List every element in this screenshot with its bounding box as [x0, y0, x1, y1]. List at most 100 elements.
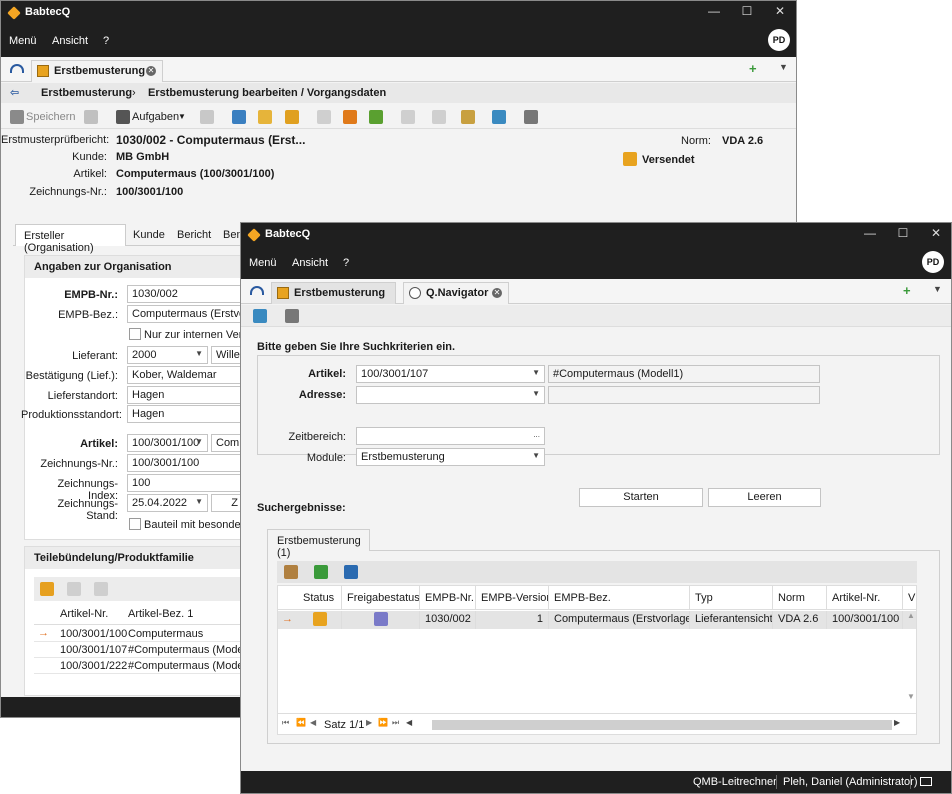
new-entry-icon[interactable] [492, 110, 506, 124]
new-search-icon[interactable] [253, 309, 267, 323]
edit-disabled-icon[interactable] [401, 110, 415, 124]
menu-item-view[interactable]: Ansicht [52, 35, 88, 47]
approve-icon[interactable] [369, 110, 383, 124]
close-tab-icon[interactable]: ✕ [492, 288, 502, 298]
search-article-field[interactable]: 100/3001/107 ▼ [356, 365, 545, 383]
avatar[interactable]: PD [768, 29, 790, 51]
chevron-down-icon[interactable]: ▼ [933, 284, 942, 294]
list-view-icon[interactable] [344, 565, 358, 579]
add-article-icon[interactable] [40, 582, 54, 596]
date-extra-field[interactable]: Z [211, 494, 243, 512]
column-header-status[interactable]: Status [298, 586, 342, 610]
close-button[interactable]: ✕ [768, 4, 792, 22]
chevron-down-icon[interactable]: ▼ [779, 62, 788, 72]
clear-button[interactable]: Leeren [708, 488, 821, 507]
table-row[interactable]: 100/3001/222 #Computermaus (Modell 2) [34, 658, 265, 674]
column-header-empb-bez[interactable]: EMPB-Bez. [549, 586, 690, 610]
special-part-checkbox[interactable] [129, 518, 141, 530]
edit-article-icon[interactable] [67, 582, 81, 596]
tab-erstbemusterung[interactable]: Erstbemusterung [271, 282, 396, 304]
user-icon[interactable] [284, 565, 298, 579]
tasks-button[interactable]: Aufgaben [132, 111, 179, 123]
site-field[interactable]: Hagen [127, 386, 243, 404]
add-tab-icon[interactable]: + [749, 61, 757, 76]
minimize-button[interactable]: — [858, 226, 882, 244]
form-article-name-field[interactable]: Compu [211, 434, 243, 452]
maximize-button[interactable]: ☐ [735, 4, 759, 22]
menu-item-help[interactable]: ? [103, 35, 109, 47]
prev-page-icon[interactable]: ◀ [310, 718, 316, 727]
tab-erstbemusterung[interactable]: Erstbemusterung ✕ [31, 60, 163, 82]
column-header-v[interactable]: V [903, 586, 916, 610]
dashboard-icon[interactable] [10, 64, 24, 73]
link-icon[interactable] [461, 110, 475, 124]
search-address-field[interactable]: ▼ [356, 386, 545, 404]
prod-field[interactable]: Hagen [127, 405, 243, 423]
table-row[interactable]: → 100/3001/100 Computermaus [34, 626, 265, 642]
dropdown-icon[interactable]: ▼ [195, 349, 203, 358]
first-page-icon[interactable]: ⏮ [282, 718, 289, 728]
column-header-norm[interactable]: Norm [773, 586, 827, 610]
empb-bez-field[interactable]: Computermaus (Erstvorlage [127, 305, 243, 323]
dropdown-icon[interactable]: ▼ [532, 368, 540, 377]
add-tab-icon[interactable]: + [903, 283, 911, 298]
close-tab-icon[interactable]: ✕ [146, 66, 156, 76]
internal-only-checkbox[interactable] [129, 328, 141, 340]
form-article-field[interactable]: 100/3001/100 ▼ [127, 434, 208, 452]
last-page-icon[interactable]: ⏭ [392, 718, 399, 728]
tab-bericht[interactable]: Bericht [177, 229, 211, 241]
menu-item-menu[interactable]: Menü [9, 35, 37, 47]
new-document-icon[interactable] [232, 110, 246, 124]
scroll-right-icon[interactable]: ▶ [894, 718, 900, 727]
maximize-button[interactable]: ☐ [891, 226, 915, 244]
tools-icon[interactable] [285, 110, 299, 124]
hand-icon[interactable] [432, 110, 446, 124]
ellipsis-button[interactable]: ... [533, 430, 540, 439]
print-icon[interactable] [285, 309, 299, 323]
column-header-version[interactable]: EMPB-Version [476, 586, 549, 610]
menu-item-menu[interactable]: Menü [249, 257, 277, 269]
tab-results[interactable]: Erstbemusterung (1) [267, 529, 370, 559]
scrollbar-vertical[interactable]: ▲ ▼ [904, 611, 916, 711]
disabled-action-icon[interactable] [317, 110, 331, 124]
dropdown-icon[interactable]: ▼ [532, 389, 540, 398]
table-row[interactable]: → 1030/002 1 Computermaus (Erstvorlage) … [278, 611, 916, 629]
next-page-group-icon[interactable]: ⏩ [378, 718, 388, 727]
next-page-icon[interactable]: ▶ [366, 718, 372, 727]
supplier-field[interactable]: 2000 ▼ [127, 346, 208, 364]
avatar[interactable]: PD [922, 251, 944, 273]
prev-page-group-icon[interactable]: ⏪ [296, 718, 306, 727]
tab-qnavigator[interactable]: Q.Navigator ✕ [403, 282, 509, 304]
date-field[interactable]: 25.04.2022 ▼ [127, 494, 208, 512]
print-icon[interactable] [524, 110, 538, 124]
scroll-left-icon[interactable]: ◀ [406, 718, 412, 727]
undo-icon[interactable] [84, 110, 98, 124]
module-select[interactable]: Erstbemusterung ▼ [356, 448, 545, 466]
tasks-dropdown-icon[interactable]: ▼ [178, 112, 186, 121]
column-header[interactable]: Artikel-Nr. [60, 608, 108, 620]
tab-kunde[interactable]: Kunde [133, 229, 165, 241]
remove-article-icon[interactable] [94, 582, 108, 596]
close-button[interactable]: ✕ [924, 226, 948, 244]
excel-export-icon[interactable] [314, 565, 328, 579]
timerange-field[interactable]: ... [356, 427, 545, 445]
column-header[interactable]: Artikel-Bez. 1 [128, 608, 193, 620]
horizontal-scrollbar-thumb[interactable] [432, 720, 892, 730]
column-header-artikel-nr[interactable]: Artikel-Nr. [827, 586, 903, 610]
table-row[interactable]: 100/3001/107 #Computermaus (Modell1) [34, 642, 265, 658]
supplier-name-field[interactable]: Wille [211, 346, 243, 364]
column-header-typ[interactable]: Typ [690, 586, 773, 610]
mail-icon[interactable] [920, 777, 932, 786]
report-icon[interactable] [343, 110, 357, 124]
minimize-button[interactable]: — [702, 4, 726, 22]
copy-icon[interactable] [258, 110, 272, 124]
index-field[interactable]: 100 [127, 474, 243, 492]
start-button[interactable]: Starten [579, 488, 703, 507]
dashboard-icon[interactable] [250, 286, 264, 295]
column-header-empb-nr[interactable]: EMPB-Nr. [420, 586, 476, 610]
menu-item-view[interactable]: Ansicht [292, 257, 328, 269]
dropdown-icon[interactable]: ▼ [195, 497, 203, 506]
dropdown-icon[interactable]: ▼ [195, 437, 203, 446]
delete-icon[interactable] [200, 110, 214, 124]
breadcrumb-item[interactable]: Erstbemusterung [41, 87, 132, 99]
